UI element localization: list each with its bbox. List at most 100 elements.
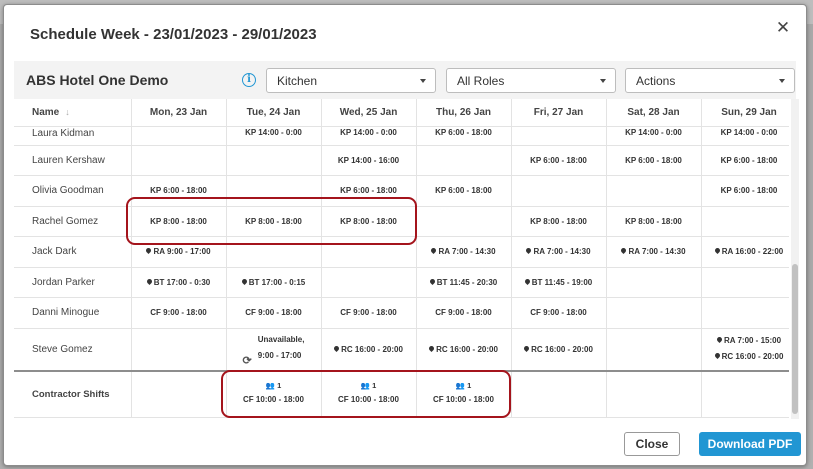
contractor-cell[interactable]: 👥 1 CF 10:00 - 18:00	[226, 370, 322, 418]
contractor-cell[interactable]	[131, 370, 227, 418]
vertical-scrollbar[interactable]	[791, 99, 799, 419]
shift-cell[interactable]: RC 16:00 - 20:00	[511, 328, 607, 372]
shift-cell[interactable]: KP 14:00 - 0:00	[321, 126, 417, 146]
shift-cell[interactable]: CF 9:00 - 18:00	[226, 297, 322, 329]
roles-select[interactable]: All Roles	[446, 68, 616, 93]
shift-cell[interactable]: KP 8:00 - 18:00	[226, 206, 322, 237]
shift-cell[interactable]: RA 7:00 - 14:30	[511, 236, 607, 268]
shift-cell[interactable]: KP 6:00 - 18:00	[131, 175, 227, 207]
shift-cell[interactable]	[416, 145, 512, 176]
shift-text: KP 6:00 - 18:00	[435, 127, 492, 137]
toolbar: ABS Hotel One Demo i Kitchen All Roles A…	[14, 61, 796, 99]
shift-cell[interactable]: KP 6:00 - 18:00	[416, 175, 512, 207]
shift-cell[interactable]: KP 6:00 - 18:00	[511, 145, 607, 176]
shift-cell[interactable]	[606, 328, 702, 372]
shift-text: KP 6:00 - 18:00	[435, 186, 492, 196]
chevron-down-icon	[600, 79, 606, 83]
shift-cell[interactable]: KP 6:00 - 18:00	[701, 145, 789, 176]
shift-cell[interactable]	[606, 267, 702, 298]
shift-cell[interactable]: CF 9:00 - 18:00	[511, 297, 607, 329]
shift-cell[interactable]: BT 11:45 - 19:00	[511, 267, 607, 298]
shift-cell[interactable]	[416, 206, 512, 237]
shift-cell[interactable]	[321, 267, 417, 298]
location-pin-icon	[620, 247, 628, 255]
shift-cell[interactable]: RA 7:00 - 15:00 RC 16:00 - 20:00	[701, 328, 789, 372]
shift-cell[interactable]	[511, 175, 607, 207]
table-row: Rachel Gomez KP 8:00 - 18:00 KP 8:00 - 18:…	[14, 206, 789, 237]
shift-cell[interactable]: RA 7:00 - 14:30	[416, 236, 512, 268]
shift-cell[interactable]: CF 9:00 - 18:00	[131, 297, 227, 329]
shift-cell[interactable]: RC 16:00 - 20:00	[321, 328, 417, 372]
shift-text: KP 14:00 - 0:00	[245, 127, 302, 137]
contractor-cell[interactable]	[606, 370, 702, 418]
schedule-week-modal: Schedule Week - 23/01/2023 - 29/01/2023 …	[3, 4, 807, 466]
shift-cell[interactable]	[131, 126, 227, 146]
people-icon: 👥	[360, 381, 371, 391]
shift-cell[interactable]	[701, 297, 789, 329]
table-row: Jordan Parker BT 17:00 - 0:30 BT 17:00 - 0…	[14, 267, 789, 298]
name-column-header[interactable]: Name ↓	[14, 99, 132, 127]
schedule-grid[interactable]: Name ↓ Mon, 23 Jan Tue, 24 Jan Wed, 25 Ja…	[14, 99, 789, 419]
sort-arrow-icon[interactable]: ↓	[65, 107, 70, 117]
shift-cell[interactable]	[606, 175, 702, 207]
shift-text: KP 8:00 - 18:00	[150, 216, 207, 226]
scrollbar-thumb[interactable]	[792, 264, 798, 414]
contractor-cell[interactable]: 👥 1 CF 10:00 - 18:00	[416, 370, 512, 418]
shift-cell[interactable]: KP 8:00 - 18:00	[321, 206, 417, 237]
shift-cell[interactable]: BT 11:45 - 20:30	[416, 267, 512, 298]
schedule-body: Laura Kidman KP 14:00 - 0:00 KP 14:00 - 0:…	[14, 126, 789, 418]
shift-cell[interactable]	[511, 126, 607, 146]
shift-cell[interactable]: KP 8:00 - 18:00	[606, 206, 702, 237]
shift-cell[interactable]: KP 6:00 - 18:00	[416, 126, 512, 146]
shift-cell[interactable]	[226, 145, 322, 176]
shift-cell[interactable]	[226, 236, 322, 268]
shift-cell[interactable]: KP 8:00 - 18:00	[511, 206, 607, 237]
contractor-cell[interactable]	[701, 370, 789, 418]
shift-cell[interactable]	[701, 206, 789, 237]
shift-cell[interactable]	[606, 297, 702, 329]
chevron-down-icon	[420, 79, 426, 83]
shift-cell[interactable]	[701, 267, 789, 298]
shift-cell[interactable]: KP 6:00 - 18:00	[606, 145, 702, 176]
shift-cell[interactable]: RA 16:00 - 22:00	[701, 236, 789, 268]
shift-cell[interactable]: KP 14:00 - 0:00	[701, 126, 789, 146]
shift-cell[interactable]: BT 17:00 - 0:30	[131, 267, 227, 298]
day-header: Fri, 27 Jan	[511, 99, 607, 127]
shift-cell[interactable]: BT 17:00 - 0:15	[226, 267, 322, 298]
day-header: Tue, 24 Jan	[226, 99, 322, 127]
shift-cell[interactable]: RC 16:00 - 20:00	[416, 328, 512, 372]
close-button[interactable]: Close	[624, 432, 680, 456]
download-pdf-button[interactable]: Download PDF	[699, 432, 801, 456]
location-pin-icon	[428, 344, 436, 352]
shift-cell[interactable]: RA 7:00 - 14:30	[606, 236, 702, 268]
shift-cell[interactable]	[226, 175, 322, 207]
shift-cell[interactable]	[131, 145, 227, 176]
contractor-cell[interactable]: 👥 1 CF 10:00 - 18:00	[321, 370, 417, 418]
employee-name: Jordan Parker	[14, 267, 132, 298]
location-pin-icon	[240, 277, 248, 285]
shift-cell[interactable]: CF 9:00 - 18:00	[321, 297, 417, 329]
location-pin-icon	[523, 277, 531, 285]
department-select[interactable]: Kitchen	[266, 68, 436, 93]
shift-cell[interactable]: KP 14:00 - 0:00	[226, 126, 322, 146]
shift-cell[interactable]: KP 6:00 - 18:00	[701, 175, 789, 207]
shift-cell[interactable]: KP 8:00 - 18:00	[131, 206, 227, 237]
info-icon[interactable]: i	[242, 73, 256, 87]
shift-cell[interactable]: KP 14:00 - 0:00	[606, 126, 702, 146]
shift-text: CF 9:00 - 18:00	[150, 308, 207, 318]
shift-cell[interactable]: KP 6:00 - 18:00	[321, 175, 417, 207]
contractor-cell[interactable]	[511, 370, 607, 418]
location-pin-icon	[430, 247, 438, 255]
shift-text: KP 6:00 - 18:00	[720, 186, 778, 196]
shift-cell[interactable]: CF 9:00 - 18:00	[416, 297, 512, 329]
shift-cell-unavailable[interactable]: ⟳ Unavailable, 9:00 - 17:00	[226, 328, 322, 372]
shift-cell[interactable]: RA 9:00 - 17:00	[131, 236, 227, 268]
shift-cell[interactable]: KP 14:00 - 16:00	[321, 145, 417, 176]
table-row: Olivia Goodman KP 6:00 - 18:00 KP 6:00 - 1…	[14, 175, 789, 207]
contractor-shift-text: CF 10:00 - 18:00	[433, 395, 494, 405]
shift-cell[interactable]	[131, 328, 227, 372]
close-icon[interactable]: ✕	[774, 19, 792, 37]
unavailable-time: 9:00 - 17:00	[257, 350, 302, 360]
shift-cell[interactable]	[321, 236, 417, 268]
actions-select[interactable]: Actions	[625, 68, 795, 93]
